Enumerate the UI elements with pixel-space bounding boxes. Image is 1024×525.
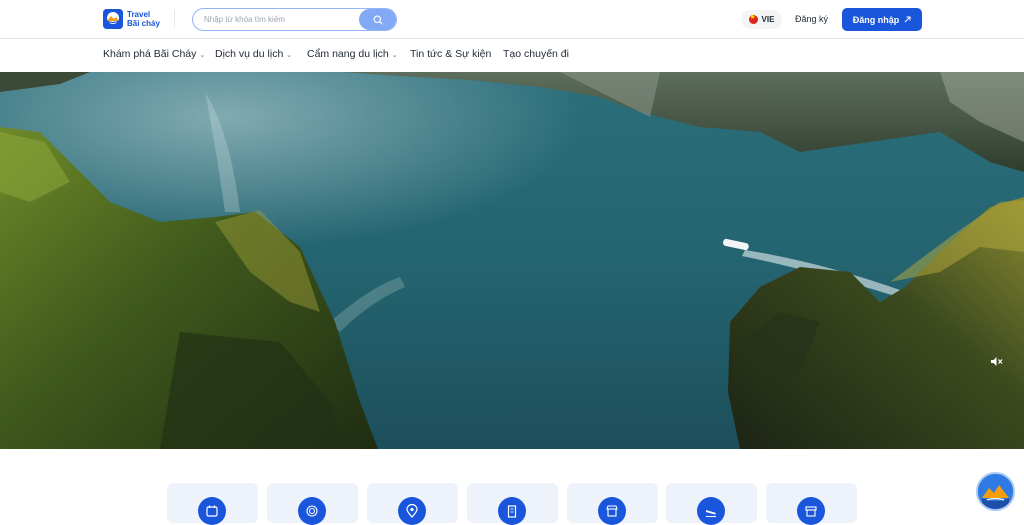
plane-arrival-icon bbox=[697, 497, 725, 525]
nav-item-explore[interactable]: Khám phá Bãi Cháy ⌄ bbox=[103, 48, 205, 60]
hero-bay-image bbox=[0, 72, 1024, 449]
logo-line-2: Bãi cháy bbox=[127, 19, 160, 28]
logo-icon bbox=[103, 9, 123, 29]
category-tile-transport[interactable] bbox=[666, 483, 757, 525]
chevron-down-icon: ⌄ bbox=[286, 51, 293, 59]
nav-item-label: Khám phá Bãi Cháy bbox=[103, 48, 197, 60]
nav-item-label: Tạo chuyến đi bbox=[503, 48, 569, 60]
building-icon bbox=[498, 497, 526, 525]
floating-assistant-button[interactable] bbox=[976, 472, 1015, 511]
category-tile-identity[interactable] bbox=[267, 483, 358, 525]
category-tile-market[interactable] bbox=[766, 483, 857, 525]
logo-line-1: Travel bbox=[127, 10, 151, 19]
storefront-icon bbox=[598, 497, 626, 525]
main-nav: Khám phá Bãi Cháy ⌄ Dịch vụ du lịch ⌄ Cẩ… bbox=[0, 39, 1024, 72]
login-label: Đăng nhập bbox=[852, 14, 900, 25]
chevron-down-icon: ⌄ bbox=[199, 51, 206, 59]
category-tile-events[interactable] bbox=[167, 483, 258, 525]
search-button[interactable] bbox=[359, 9, 396, 30]
vietnam-flag-icon bbox=[748, 13, 758, 24]
site-header: Travel Bãi cháy VIE Đăng ký Đăng nhập bbox=[0, 0, 1024, 39]
hero-video[interactable] bbox=[0, 72, 1024, 449]
nav-item-create-trip[interactable]: Tạo chuyến đi bbox=[503, 48, 569, 60]
fingerprint-icon bbox=[298, 497, 326, 525]
nav-item-services[interactable]: Dịch vụ du lịch ⌄ bbox=[215, 48, 292, 60]
category-tile-destinations[interactable] bbox=[367, 483, 458, 525]
search-icon bbox=[373, 15, 383, 25]
language-selector[interactable]: VIE bbox=[741, 10, 782, 29]
header-divider bbox=[174, 10, 175, 28]
signup-link[interactable]: Đăng ký bbox=[795, 14, 828, 24]
chevron-down-icon: ⌄ bbox=[391, 51, 398, 59]
category-tile-accommodation[interactable] bbox=[467, 483, 558, 525]
language-label: VIE bbox=[761, 15, 775, 24]
search-input[interactable] bbox=[193, 15, 358, 24]
search-bar bbox=[192, 8, 397, 31]
bay-mascot-icon bbox=[978, 474, 1013, 509]
category-tile-shopping[interactable] bbox=[567, 483, 658, 525]
arrow-up-right-icon bbox=[904, 16, 911, 23]
map-pin-icon bbox=[398, 497, 426, 525]
login-button[interactable]: Đăng nhập bbox=[842, 8, 922, 31]
nav-item-news[interactable]: Tin tức & Sự kiện bbox=[410, 48, 491, 60]
calendar-star-icon bbox=[198, 497, 226, 525]
nav-item-label: Tin tức & Sự kiện bbox=[410, 48, 492, 60]
nav-item-guide[interactable]: Cẩm nang du lịch ⌄ bbox=[307, 48, 398, 60]
market-stall-icon bbox=[797, 497, 825, 525]
site-logo[interactable]: Travel Bãi cháy bbox=[103, 9, 160, 29]
nav-item-label: Dịch vụ du lịch bbox=[215, 48, 284, 60]
nav-item-label: Cẩm nang du lịch bbox=[307, 48, 389, 60]
volume-mute-icon[interactable] bbox=[990, 356, 1003, 367]
